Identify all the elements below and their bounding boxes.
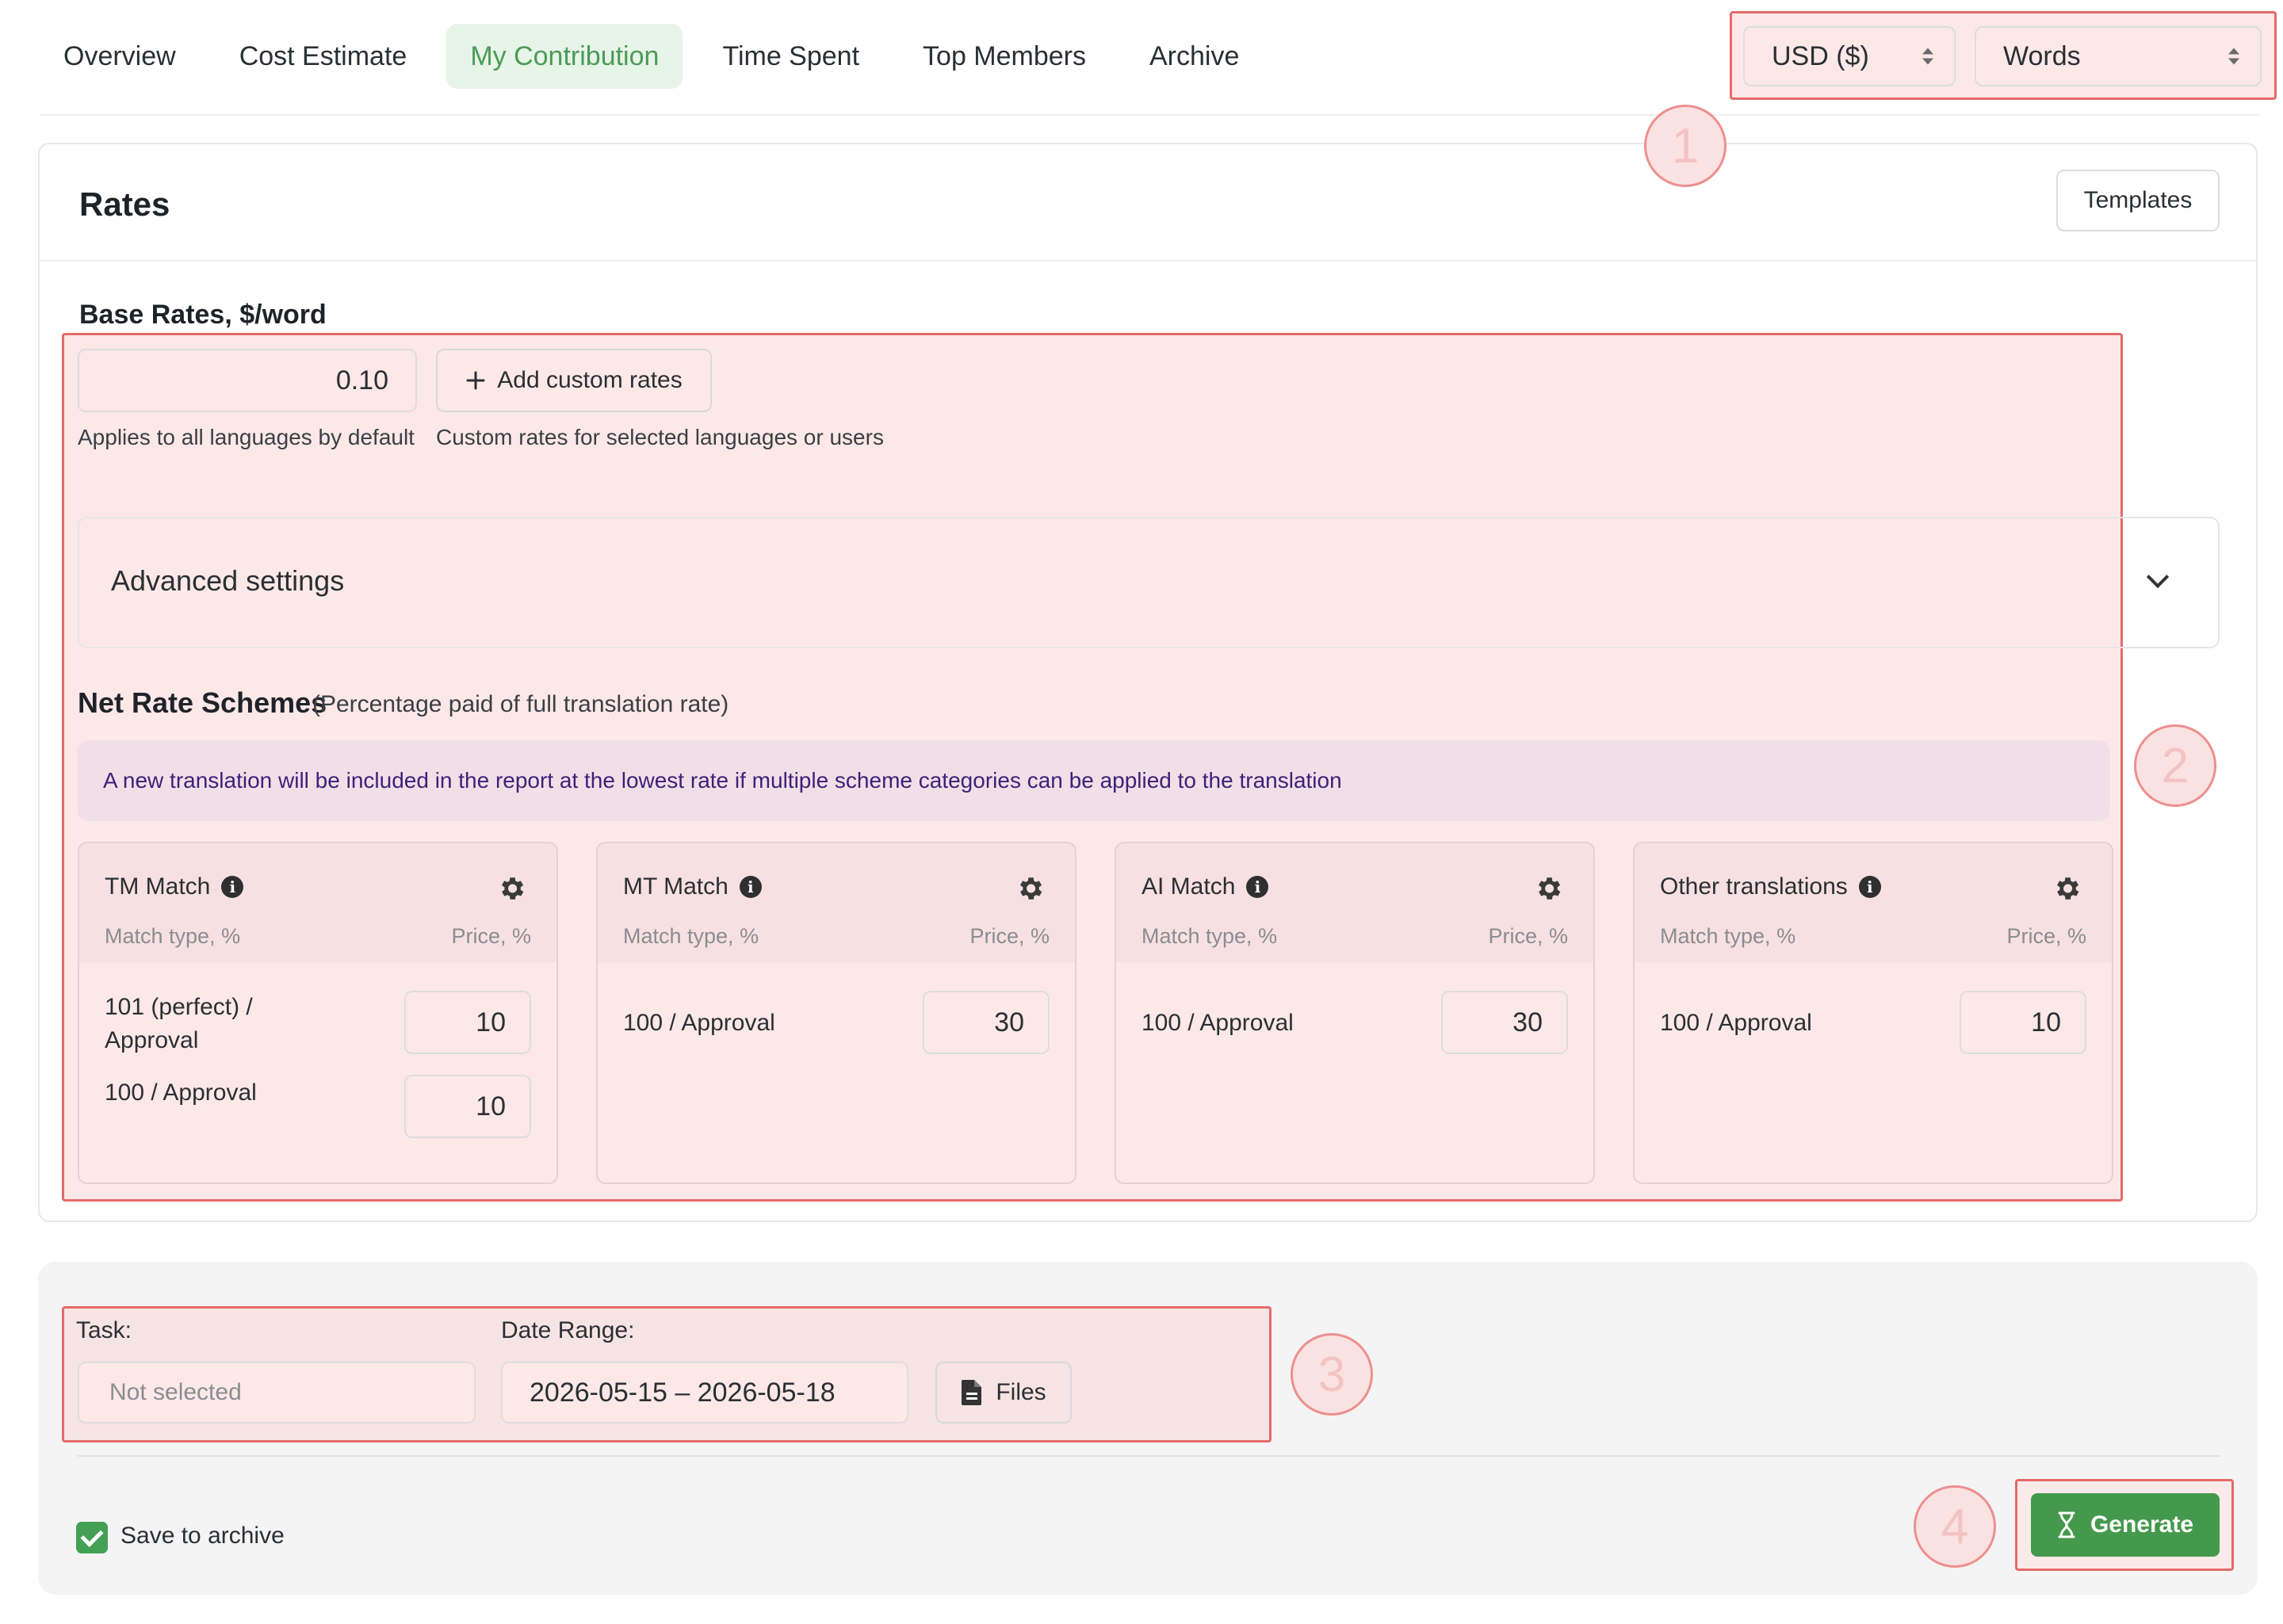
hourglass-icon xyxy=(2058,1511,2075,1538)
advanced-settings-toggle[interactable]: Advanced settings xyxy=(78,517,2220,648)
net-rate-schemes-subtitle: (Percentage paid of full translation rat… xyxy=(312,691,729,717)
file-icon xyxy=(962,1380,982,1405)
info-banner-text: A new translation will be included in th… xyxy=(103,768,1342,793)
price-input[interactable]: 30 xyxy=(923,991,1050,1054)
currency-select[interactable]: USD ($) xyxy=(1743,26,1956,86)
annotation-marker-2: 2 xyxy=(2134,724,2216,807)
scheme-title-text: AI Match xyxy=(1142,873,1236,900)
checkmark-icon xyxy=(80,1524,104,1547)
match-type-header: Match type, % xyxy=(105,924,241,948)
price-input[interactable]: 30 xyxy=(1441,991,1568,1054)
match-row-label: 100 / Approval xyxy=(623,1010,775,1036)
match-type-header: Match type, % xyxy=(623,924,759,948)
price-input[interactable]: 10 xyxy=(1960,991,2086,1054)
scheme-card-other-translations: Other translations i Match type, % Price… xyxy=(1633,842,2113,1184)
scheme-card-ai-match: AI Match i Match type, % Price, % 100 / … xyxy=(1115,842,1595,1184)
info-icon[interactable]: i xyxy=(221,876,244,898)
advanced-settings-label: Advanced settings xyxy=(111,564,345,597)
templates-button[interactable]: Templates xyxy=(2056,170,2220,231)
tab-cost-estimate[interactable]: Cost Estimate xyxy=(216,24,431,89)
unit-select-value: Words xyxy=(2003,40,2081,71)
price-input[interactable]: 10 xyxy=(404,1075,531,1138)
tab-my-contribution[interactable]: My Contribution xyxy=(446,24,683,89)
gear-icon[interactable] xyxy=(2052,873,2082,904)
base-rate-hint: Applies to all languages by default xyxy=(78,425,415,449)
annotation-marker-4: 4 xyxy=(1914,1485,1996,1568)
rates-title: Rates xyxy=(79,185,170,223)
plus-icon xyxy=(466,371,485,390)
scheme-title: MT Match i xyxy=(623,873,762,900)
base-rates-title: Base Rates, $/word xyxy=(79,300,327,330)
custom-rates-hint: Custom rates for selected languages or u… xyxy=(436,425,884,449)
date-range-label: Date Range: xyxy=(501,1317,635,1343)
tab-time-spent[interactable]: Time Spent xyxy=(698,24,883,89)
date-range-input[interactable]: 2026-05-15 – 2026-05-18 xyxy=(501,1362,908,1423)
files-button-label: Files xyxy=(996,1379,1046,1405)
report-divider xyxy=(78,1455,2220,1457)
tab-archive[interactable]: Archive xyxy=(1126,24,1263,89)
unit-select[interactable]: Words xyxy=(1975,26,2262,86)
scheme-title: TM Match i xyxy=(105,873,244,900)
info-icon[interactable]: i xyxy=(1858,876,1881,898)
sort-arrows-icon xyxy=(2228,48,2239,65)
price-input[interactable]: 10 xyxy=(404,991,531,1054)
price-header: Price, % xyxy=(2006,924,2086,948)
tab-overview[interactable]: Overview xyxy=(40,24,200,89)
match-type-header: Match type, % xyxy=(1142,924,1278,948)
match-row-label: 100 / Approval xyxy=(105,1079,257,1106)
task-label: Task: xyxy=(76,1317,132,1343)
scheme-title-text: MT Match xyxy=(623,873,728,900)
tabs-divider xyxy=(40,114,2259,116)
gear-icon[interactable] xyxy=(496,873,526,904)
match-row-label: 100 / Approval xyxy=(1660,1010,1812,1036)
gear-icon[interactable] xyxy=(1533,873,1563,904)
generate-button[interactable]: Generate xyxy=(2031,1493,2220,1557)
task-select[interactable]: Not selected xyxy=(78,1362,476,1423)
info-icon[interactable]: i xyxy=(1246,876,1269,898)
base-rate-input[interactable]: 0.10 xyxy=(78,349,417,412)
scheme-title-text: Other translations xyxy=(1660,873,1848,900)
scheme-title-text: TM Match xyxy=(105,873,211,900)
annotation-marker-1: 1 xyxy=(1644,105,1727,187)
tab-top-members[interactable]: Top Members xyxy=(899,24,1110,89)
price-header: Price, % xyxy=(1488,924,1568,948)
report-tabs: Overview Cost Estimate My Contribution T… xyxy=(40,24,1279,89)
card-header-divider xyxy=(40,260,2256,262)
match-row-label: 101 (perfect) / Approval xyxy=(105,994,253,1053)
scheme-title: AI Match i xyxy=(1142,873,1269,900)
match-type-header: Match type, % xyxy=(1660,924,1796,948)
net-rate-schemes-title: Net Rate Schemes xyxy=(78,686,327,719)
scheme-card-tm-match: TM Match i Match type, % Price, % 101 (p… xyxy=(78,842,558,1184)
scheme-title: Other translations i xyxy=(1660,873,1881,900)
match-row-label: 100 / Approval xyxy=(1142,1010,1294,1036)
highlight-box-1: USD ($) Words xyxy=(1730,11,2277,100)
currency-select-value: USD ($) xyxy=(1772,40,1869,71)
generate-button-label: Generate xyxy=(2090,1511,2194,1538)
info-icon[interactable]: i xyxy=(739,876,762,898)
info-banner: A new translation will be included in th… xyxy=(78,740,2110,821)
add-custom-rates-button[interactable]: Add custom rates xyxy=(436,349,712,412)
price-header: Price, % xyxy=(451,924,531,948)
save-to-archive-checkbox[interactable] xyxy=(76,1522,108,1553)
scheme-card-mt-match: MT Match i Match type, % Price, % 100 / … xyxy=(596,842,1076,1184)
chevron-down-icon xyxy=(2146,565,2170,589)
annotation-marker-3: 3 xyxy=(1291,1333,1373,1416)
price-header: Price, % xyxy=(969,924,1050,948)
save-to-archive-label: Save to archive xyxy=(120,1523,285,1549)
add-custom-rates-label: Add custom rates xyxy=(497,367,683,393)
files-button[interactable]: Files xyxy=(935,1362,1072,1423)
sort-arrows-icon xyxy=(1922,48,1933,65)
gear-icon[interactable] xyxy=(1015,873,1045,904)
